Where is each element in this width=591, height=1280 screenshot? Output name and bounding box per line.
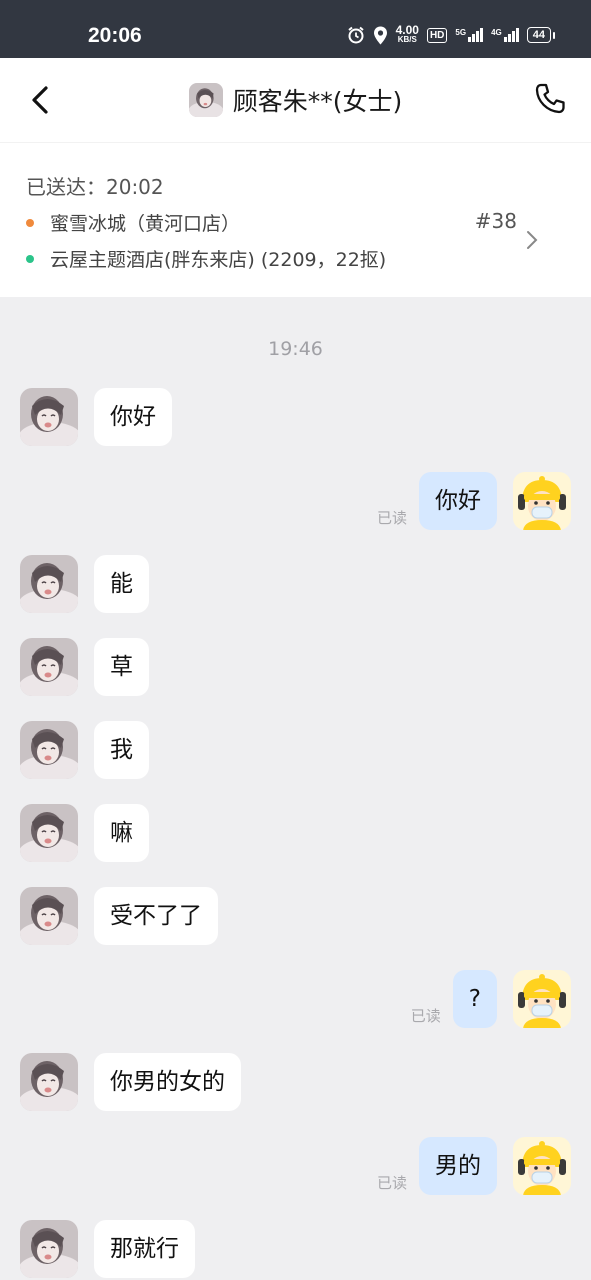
customer-avatar[interactable] (20, 638, 78, 696)
message-bubble[interactable]: 那就行 (94, 1220, 195, 1278)
customer-message: 你男的女的 (20, 1053, 241, 1111)
chevron-right-icon[interactable] (525, 229, 539, 251)
customer-avatar[interactable] (20, 555, 78, 613)
customer-message: 那就行 (20, 1220, 195, 1278)
rider-avatar[interactable] (513, 970, 571, 1028)
message-bubble[interactable]: 草 (94, 638, 149, 696)
customer-message: 受不了了 (20, 887, 218, 945)
message-bubble[interactable]: 能 (94, 555, 149, 613)
pickup-row: 蜜雪冰城（黄河口店） (26, 209, 240, 236)
message-bubble[interactable]: 嘛 (94, 804, 149, 862)
pickup-address: 蜜雪冰城（黄河口店） (50, 213, 241, 235)
rider-avatar[interactable] (513, 472, 571, 530)
customer-message: 我 (20, 721, 149, 779)
message-bubble[interactable]: 你好 (94, 388, 172, 446)
status-bar: 20:06 4.00 KB/S HD 5G 4G 44 (0, 0, 591, 58)
customer-avatar[interactable] (20, 388, 78, 446)
customer-message: 嘛 (20, 804, 149, 862)
message-bubble[interactable]: 你男的女的 (94, 1053, 241, 1111)
page-title: 顾客朱**(女士) (232, 87, 403, 116)
read-receipt: 已读 (376, 509, 407, 527)
delivery-status: 已送达：20:02 (26, 175, 164, 199)
status-icons: 4.00 KB/S HD 5G 4G 44 (347, 23, 556, 45)
message-bubble[interactable]: ? (452, 970, 497, 1028)
message-bubble[interactable]: 我 (94, 721, 149, 779)
dropoff-row: 云屋主题酒店(胖东来店) (2209，22抠) (26, 245, 386, 272)
message-bubble[interactable]: 受不了了 (94, 887, 218, 945)
status-time: 20:06 (88, 24, 142, 47)
dropoff-address: 云屋主题酒店(胖东来店) (2209，22抠) (50, 249, 387, 271)
chat-header: 顾客朱**(女士) (0, 58, 591, 142)
message-bubble[interactable]: 你好 (419, 472, 497, 530)
chat-title-group: 顾客朱**(女士) (0, 82, 591, 118)
rider-message: 已读? (411, 970, 571, 1028)
read-receipt: 已读 (376, 1174, 407, 1192)
hd-badge: HD (426, 27, 448, 43)
order-summary[interactable]: 已送达：20:02 蜜雪冰城（黄河口店） 云屋主题酒店(胖东来店) (2209，… (0, 142, 591, 297)
customer-message: 草 (20, 638, 149, 696)
rider-avatar[interactable] (513, 1137, 571, 1195)
location-icon (373, 26, 387, 44)
battery-indicator: 44 (526, 27, 556, 43)
signal-4g: 4G (491, 28, 519, 42)
network-speed: 4.00 KB/S (395, 23, 419, 44)
customer-message: 能 (20, 555, 149, 613)
pickup-dot (26, 218, 34, 227)
customer-avatar[interactable] (20, 887, 78, 945)
signal-5g: 5G (455, 28, 484, 42)
customer-avatar[interactable] (20, 1053, 78, 1111)
message-bubble[interactable]: 男的 (419, 1137, 497, 1195)
customer-avatar[interactable] (20, 1220, 78, 1278)
customer-message: 你好 (20, 388, 172, 446)
dropoff-dot (26, 254, 34, 263)
customer-avatar[interactable] (188, 83, 223, 117)
customer-avatar[interactable] (20, 804, 78, 862)
alarm-icon (347, 26, 364, 44)
rider-message: 已读 你好 (377, 472, 571, 530)
customer-avatar[interactable] (20, 721, 78, 779)
chat-timestamp: 19:46 (268, 338, 323, 360)
order-number: #38 (474, 209, 517, 233)
read-receipt: 已读 (410, 1007, 441, 1025)
phone-icon[interactable] (533, 82, 567, 116)
rider-message: 已读 男的 (377, 1137, 571, 1195)
